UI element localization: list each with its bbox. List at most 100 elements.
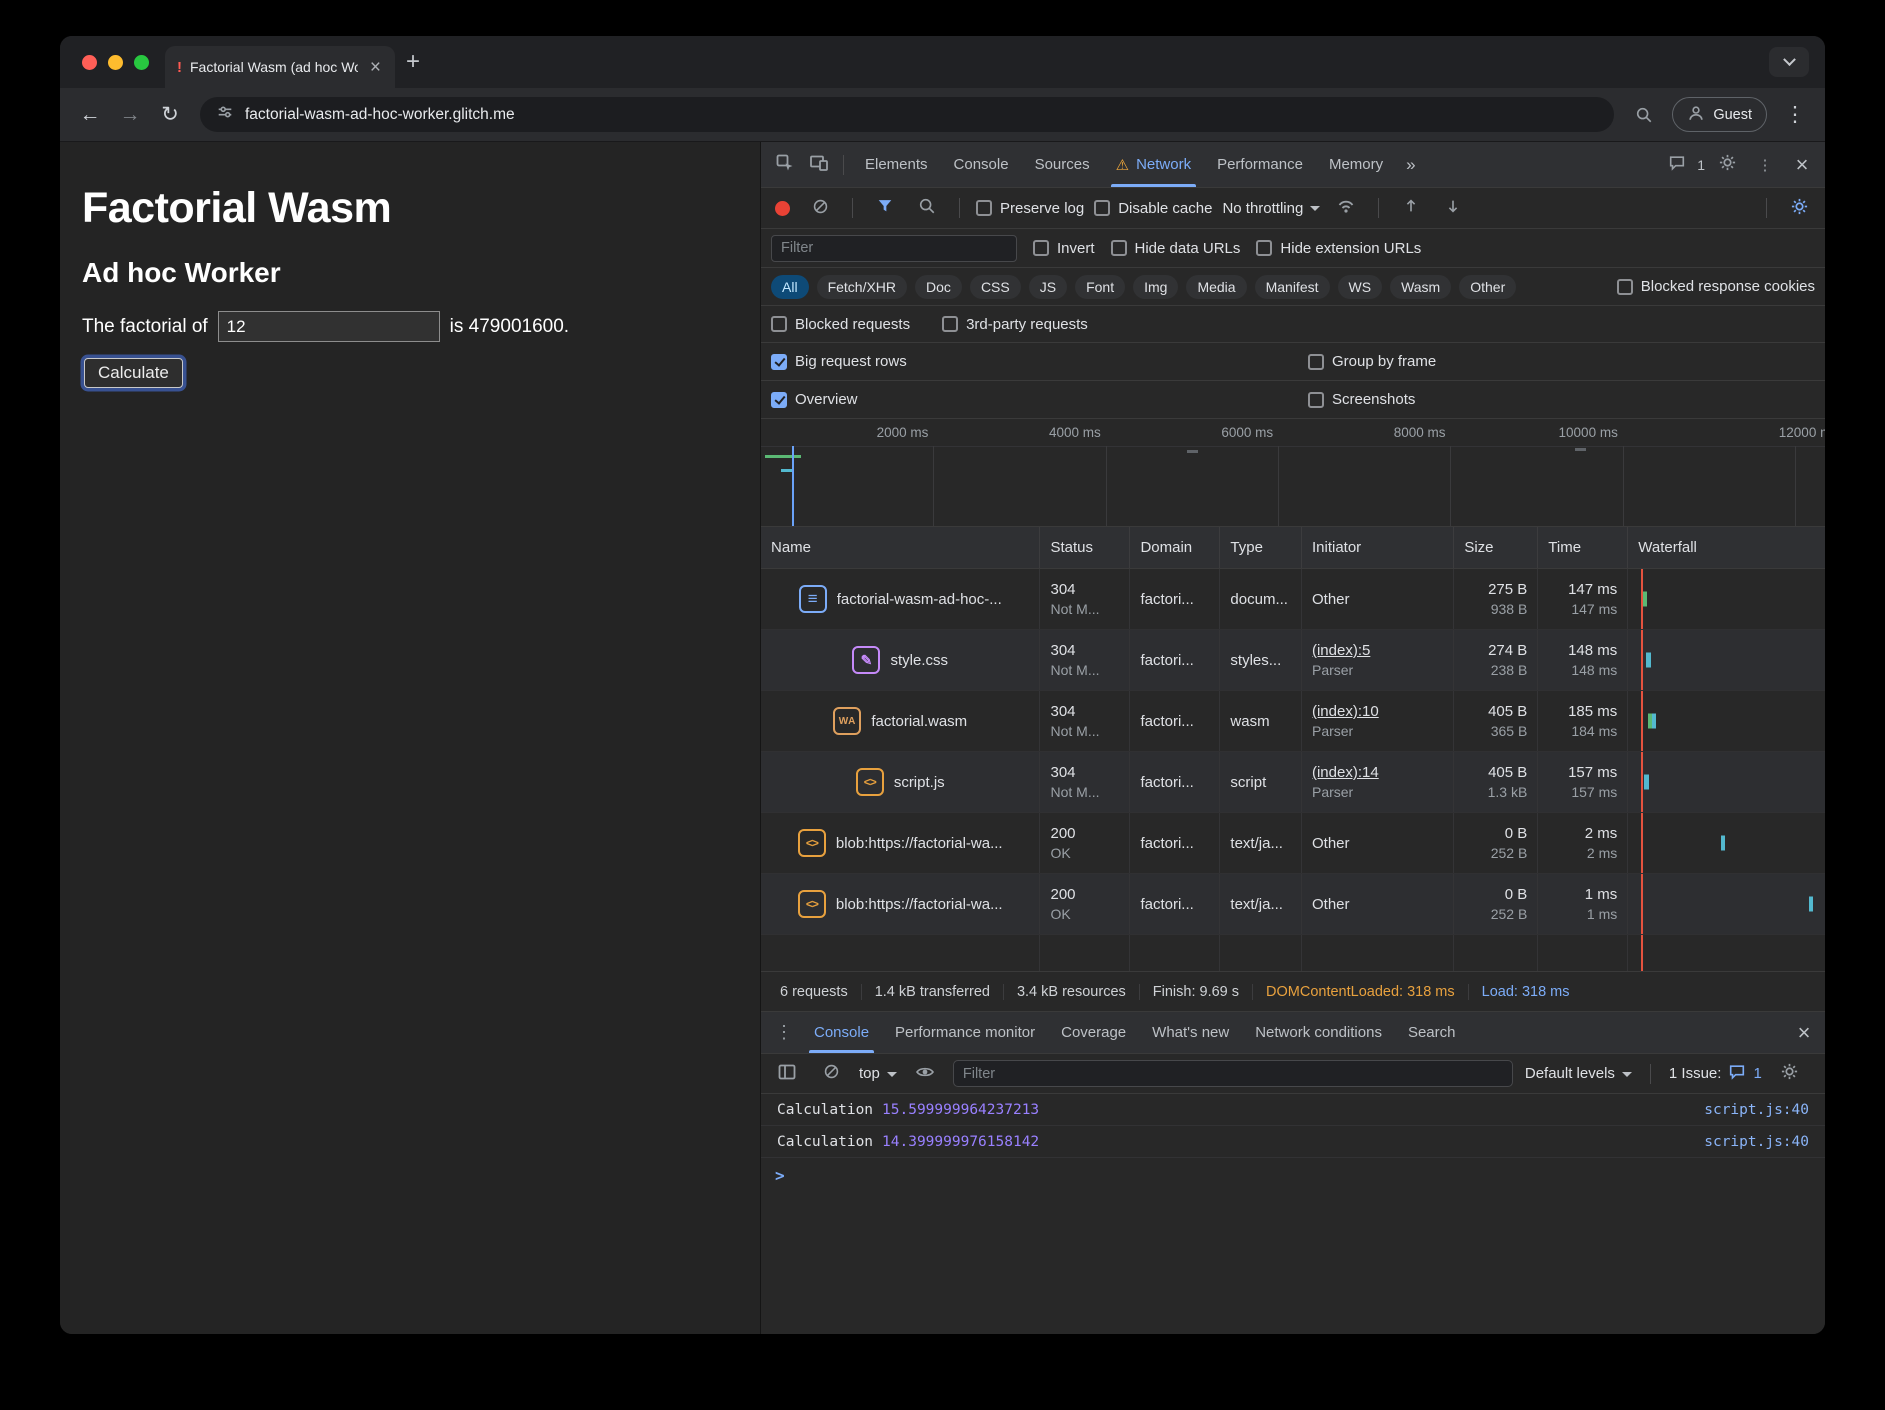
table-row[interactable]: <>blob:https://factorial-wa...200OKfacto… <box>761 874 1825 935</box>
column-header-type[interactable]: Type <box>1220 527 1302 568</box>
filter-chip-font[interactable]: Font <box>1075 275 1125 299</box>
column-header-size[interactable]: Size <box>1454 527 1538 568</box>
disable-cache-checkbox[interactable]: Disable cache <box>1094 200 1212 217</box>
column-header-status[interactable]: Status <box>1040 527 1130 568</box>
filter-chip-ws[interactable]: WS <box>1338 275 1383 299</box>
browser-menu-button[interactable]: ⋮ <box>1777 97 1813 133</box>
throttling-select[interactable]: No throttling <box>1222 200 1320 217</box>
export-har-icon[interactable] <box>1437 192 1469 224</box>
blocked-requests-checkbox[interactable]: Blocked requests <box>771 316 910 333</box>
inspect-element-icon[interactable] <box>769 149 801 181</box>
devtools-tab-performance[interactable]: Performance <box>1204 142 1316 187</box>
big-request-rows-checkbox[interactable]: Big request rows <box>771 353 907 370</box>
reload-button[interactable]: ↻ <box>152 97 188 133</box>
filter-chip-img[interactable]: Img <box>1133 275 1178 299</box>
console-sidebar-icon[interactable] <box>771 1058 803 1090</box>
minimize-window-button[interactable] <box>108 55 123 70</box>
devtools-tab-elements[interactable]: Elements <box>852 142 941 187</box>
drawer-tab-coverage[interactable]: Coverage <box>1048 1012 1139 1053</box>
filter-chip-other[interactable]: Other <box>1459 275 1516 299</box>
console-prompt[interactable]: > <box>761 1158 1825 1193</box>
filter-chip-media[interactable]: Media <box>1186 275 1246 299</box>
calculate-button[interactable]: Calculate <box>84 358 183 388</box>
drawer-menu-icon[interactable]: ⋮ <box>767 1022 801 1043</box>
filter-chip-fetch-xhr[interactable]: Fetch/XHR <box>817 275 907 299</box>
invert-checkbox[interactable]: Invert <box>1033 240 1095 257</box>
devtools-tab-sources[interactable]: Sources <box>1022 142 1103 187</box>
drawer-tab-network-conditions[interactable]: Network conditions <box>1242 1012 1395 1053</box>
hide-data-urls-checkbox[interactable]: Hide data URLs <box>1111 240 1241 257</box>
devtools-menu-icon[interactable]: ⋮ <box>1749 149 1781 181</box>
source-link[interactable]: script.js:40 <box>1704 1134 1809 1150</box>
network-settings-gear-icon[interactable] <box>1783 192 1815 224</box>
log-levels-select[interactable]: Default levels <box>1525 1065 1632 1082</box>
blocked-response-cookies-checkbox[interactable]: Blocked response cookies <box>1617 278 1815 295</box>
devtools-tab-network[interactable]: ⚠Network <box>1103 142 1204 187</box>
console-clear-icon[interactable] <box>815 1058 847 1090</box>
tab-search-button[interactable] <box>1769 47 1809 77</box>
console-message[interactable]: Calculation14.399999976158142script.js:4… <box>761 1126 1825 1158</box>
drawer-tab-console[interactable]: Console <box>801 1012 882 1053</box>
table-row[interactable]: <>blob:https://factorial-wa...200OKfacto… <box>761 813 1825 874</box>
network-conditions-icon[interactable] <box>1330 192 1362 224</box>
table-row[interactable]: WAfactorial.wasm304Not M...factori...was… <box>761 691 1825 752</box>
preserve-log-checkbox[interactable]: Preserve log <box>976 200 1084 217</box>
context-selector[interactable]: top <box>859 1065 897 1082</box>
new-tab-button[interactable]: + <box>395 44 431 80</box>
device-toolbar-icon[interactable] <box>803 149 835 181</box>
browser-tab[interactable]: ! Factorial Wasm (ad hoc Worker) × <box>165 46 395 88</box>
factorial-input[interactable] <box>218 311 440 342</box>
source-link[interactable]: script.js:40 <box>1704 1102 1809 1118</box>
close-window-button[interactable] <box>82 55 97 70</box>
group-by-frame-checkbox[interactable]: Group by frame <box>1308 353 1436 370</box>
hide-extension-urls-checkbox[interactable]: Hide extension URLs <box>1256 240 1421 257</box>
filter-chip-js[interactable]: JS <box>1029 275 1067 299</box>
network-filter-input[interactable] <box>771 235 1017 262</box>
network-overview-timeline[interactable]: 2000 ms4000 ms6000 ms8000 ms10000 ms1200… <box>761 419 1825 527</box>
tab-close-icon[interactable]: × <box>366 56 385 79</box>
eye-icon[interactable] <box>909 1058 941 1090</box>
issues-indicator[interactable]: 1 Issue: 1 <box>1669 1063 1762 1085</box>
devtools-tab-memory[interactable]: Memory <box>1316 142 1396 187</box>
drawer-tab-performance-monitor[interactable]: Performance monitor <box>882 1012 1048 1053</box>
search-icon[interactable] <box>911 192 943 224</box>
record-button[interactable] <box>775 201 790 216</box>
column-header-initiator[interactable]: Initiator <box>1302 527 1454 568</box>
console-filter-input[interactable] <box>953 1060 1513 1087</box>
site-info-icon[interactable] <box>216 103 234 126</box>
filter-chip-css[interactable]: CSS <box>970 275 1021 299</box>
address-bar[interactable]: factorial-wasm-ad-hoc-worker.glitch.me <box>200 97 1614 132</box>
more-tabs-icon[interactable]: » <box>1398 155 1423 175</box>
column-header-time[interactable]: Time <box>1538 527 1628 568</box>
zoom-icon[interactable] <box>1626 97 1662 133</box>
messages-icon[interactable] <box>1661 149 1693 181</box>
filter-chip-manifest[interactable]: Manifest <box>1255 275 1330 299</box>
devtools-tab-console[interactable]: Console <box>941 142 1022 187</box>
back-button[interactable]: ← <box>72 97 108 133</box>
devtools-close-icon[interactable]: × <box>1787 154 1817 176</box>
zoom-window-button[interactable] <box>134 55 149 70</box>
forward-button[interactable]: → <box>112 97 148 133</box>
filter-chip-doc[interactable]: Doc <box>915 275 962 299</box>
column-header-waterfall[interactable]: Waterfall <box>1628 527 1825 568</box>
third-party-requests-checkbox[interactable]: 3rd-party requests <box>942 316 1088 333</box>
column-header-name[interactable]: Name <box>761 527 1040 568</box>
screenshots-checkbox[interactable]: Screenshots <box>1308 391 1415 408</box>
overview-checkbox[interactable]: Overview <box>771 391 858 408</box>
column-header-domain[interactable]: Domain <box>1130 527 1220 568</box>
filter-chip-all[interactable]: All <box>771 275 809 299</box>
drawer-tab-what-s-new[interactable]: What's new <box>1139 1012 1242 1053</box>
console-settings-gear-icon[interactable] <box>1774 1058 1806 1090</box>
table-row[interactable]: <>script.js304Not M...factori...script(i… <box>761 752 1825 813</box>
import-har-icon[interactable] <box>1395 192 1427 224</box>
filter-icon[interactable] <box>869 192 901 224</box>
settings-gear-icon[interactable] <box>1711 149 1743 181</box>
clear-icon[interactable] <box>804 192 836 224</box>
filter-chip-wasm[interactable]: Wasm <box>1390 275 1451 299</box>
table-row[interactable]: ≡factorial-wasm-ad-hoc-...304Not M...fac… <box>761 569 1825 630</box>
profile-button[interactable]: Guest <box>1672 97 1767 132</box>
drawer-close-icon[interactable]: × <box>1789 1022 1819 1044</box>
drawer-tab-search[interactable]: Search <box>1395 1012 1469 1053</box>
table-row[interactable]: ✎style.css304Not M...factori...styles...… <box>761 630 1825 691</box>
console-message[interactable]: Calculation15.599999964237213script.js:4… <box>761 1094 1825 1126</box>
